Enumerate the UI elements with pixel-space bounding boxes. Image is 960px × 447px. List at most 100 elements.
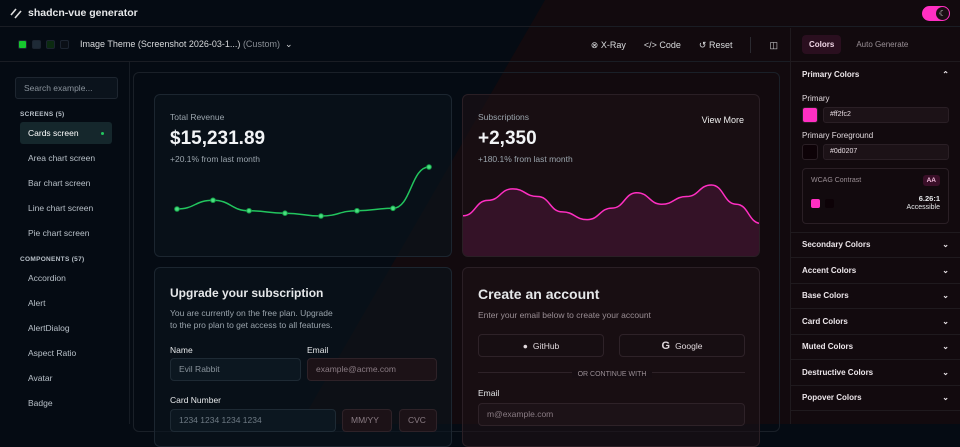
section-title: Destructive Colors [802,367,874,377]
code-button[interactable]: </> Code [644,40,681,50]
google-icon: G [661,339,671,352]
sidebar-item-component[interactable]: Badge [20,392,112,414]
sidebar-item-screen[interactable]: Line chart screen [20,197,112,219]
revenue-point [390,205,396,212]
create-account-card: Create an account Enter your email below… [462,267,760,447]
section-title: Accent Colors [802,265,857,275]
section-header[interactable]: Destructive Colors ⌄ [791,360,960,386]
sidebar-item-label: Bar chart screen [28,178,91,188]
name-label: Name [170,345,193,355]
sidebar-item-label: AlertDialog [28,323,70,333]
primary-input[interactable]: #ff2fc2 [823,106,949,123]
account-email-label: Email [478,388,500,398]
toolbar: Image Theme (Screenshot 2026-03-1...) (C… [0,28,790,62]
primary-colors-header[interactable]: Primary Colors ⌃ [791,62,960,88]
section-header[interactable]: Popover Colors ⌄ [791,386,960,411]
dark-mode-toggle[interactable]: ☾ [922,6,950,21]
google-button[interactable]: G Google [619,334,745,357]
email-input[interactable]: example@acme.com [307,358,437,381]
primary-foreground-swatch[interactable] [802,143,818,160]
sidebar-item-component[interactable]: Aspect Ratio [20,342,112,364]
section-title: Popover Colors [802,393,862,403]
section-header[interactable]: Accent Colors ⌄ [791,258,960,284]
card-number-label: Card Number [170,395,222,405]
primary-swatch[interactable] [802,106,818,123]
github-button[interactable]: ● GitHub [478,334,604,357]
revenue-line-chart [174,164,432,219]
subscriptions-card: Subscriptions +2,350 +180.1% from last m… [462,94,760,257]
xray-label: X-Ray [600,39,626,50]
primary-foreground-label: Primary Foreground [802,130,874,140]
revenue-point [354,207,360,214]
cvc-input[interactable]: CVC [399,409,437,432]
card-number-input[interactable]: 1234 1234 1234 1234 [170,409,336,432]
sidebar-item-label: Avatar [28,373,53,383]
section-title: Muted Colors [802,342,854,352]
contrast-ratio: 6.26:1 [918,193,940,203]
xray-button[interactable]: ⊗ X-Ray [591,40,626,51]
theme-swatch [46,40,55,49]
sidebar-item-label: Pie chart screen [28,228,90,238]
wcag-label: WCAG Contrast [811,176,862,184]
chevron-up-icon: ⌃ [942,70,949,80]
upgrade-card: Upgrade your subscription You are curren… [154,267,452,447]
divider-text: OR CONTINUE WITH [463,368,761,378]
email-label: Email [307,345,329,355]
sidebar-item-screen[interactable]: Cards screen [20,122,112,144]
chevron-down-icon: ⌄ [942,316,949,326]
sidebar-item-label: Line chart screen [28,203,94,213]
tab-auto-generate[interactable]: Auto Generate [849,35,915,54]
theme-swatch [32,40,41,49]
logo: shadcn-vue generator [10,7,138,19]
slash-logo-icon [10,8,22,19]
name-input[interactable]: Evil Rabbit [170,358,301,381]
reset-label: Reset [708,39,733,50]
revenue-point [318,213,324,219]
sidebar-item-component[interactable]: Accordion [20,267,112,289]
xray-icon: ⊗ [590,39,599,50]
upgrade-desc: to the pro plan to get access to all fea… [170,320,333,330]
sidebar-panel-icon: ◫ [769,39,778,50]
section-header[interactable]: Secondary Colors ⌄ [791,233,960,258]
contrast-swatch-fg [811,198,820,208]
primary-label: Primary [802,93,830,103]
sidebar-item-component[interactable]: Alert [20,292,112,314]
divider-label: OR CONTINUE WITH [571,371,653,378]
sidebar-item-label: Accordion [28,273,66,283]
upgrade-desc: You are currently on the free plan. Upgr… [170,308,333,318]
account-email-input[interactable]: m@example.com [478,403,745,426]
theme-selector[interactable]: Image Theme (Screenshot 2026-03-1...) (C… [80,39,293,50]
primary-foreground-input[interactable]: #0d0207 [823,143,949,160]
chevron-down-icon: ⌄ [282,39,293,49]
chevron-down-icon: ⌄ [942,291,949,301]
section-header[interactable]: Card Colors ⌄ [791,309,960,335]
theme-swatch [60,40,69,49]
expiry-input[interactable]: MM/YY [342,409,392,432]
tab-colors[interactable]: Colors [802,35,842,54]
theme-name: Image Theme (Screenshot 2026-03-1...) [80,39,241,49]
revenue-point [246,207,252,214]
chevron-down-icon: ⌄ [942,342,949,352]
section-header[interactable]: Muted Colors ⌄ [791,335,960,360]
sidebar-item-component[interactable]: AlertDialog [20,317,112,339]
revenue-point [282,210,288,216]
sidebar-item-screen[interactable]: Area chart screen [20,147,112,169]
section-title: Secondary Colors [802,240,871,250]
theme-tag: (Custom) [242,39,280,49]
section-header[interactable]: Base Colors ⌄ [791,284,960,309]
subscriptions-area-chart [463,184,759,256]
divider [750,37,752,53]
reset-button[interactable]: ↺ Reset [699,40,733,51]
active-dot-icon [101,132,104,135]
panel-toggle-button[interactable]: ◫ [769,40,778,51]
search-input[interactable]: Search example... [15,77,118,99]
section-title: Primary Colors [802,70,860,80]
subscriptions-area [463,185,759,256]
sidebar-item-label: Alert [28,298,46,308]
sidebar-item-screen[interactable]: Bar chart screen [20,172,112,194]
sidebar-item-screen[interactable]: Pie chart screen [20,222,112,244]
revenue-point [210,197,216,204]
contrast-status: Accessible [906,203,940,211]
theme-swatch [18,40,27,49]
sidebar-item-component[interactable]: Avatar [20,367,112,389]
